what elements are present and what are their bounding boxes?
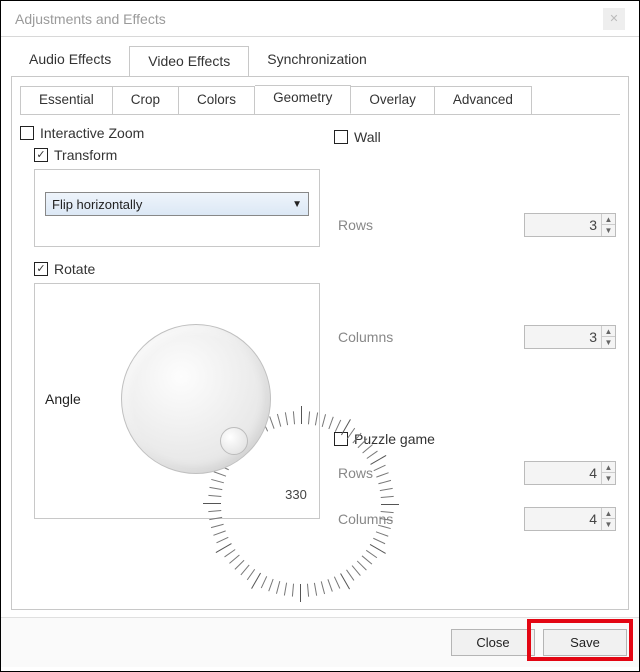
- angle-max-label: 330: [285, 487, 307, 502]
- chevron-down-icon[interactable]: ▼: [602, 225, 615, 236]
- video-effects-panel: Essential Crop Colors Geometry Overlay A…: [11, 76, 629, 610]
- stepper-arrows: ▲▼: [601, 214, 615, 236]
- angle-dial[interactable]: 330: [91, 294, 301, 504]
- tab-geometry[interactable]: Geometry: [255, 85, 351, 114]
- dial-face: [121, 324, 271, 474]
- dial-knob: [220, 427, 248, 455]
- wall-rows-stepper[interactable]: 3 ▲▼: [524, 213, 616, 237]
- chevron-down-icon[interactable]: ▼: [602, 519, 615, 530]
- chevron-down-icon: ▼: [292, 199, 302, 210]
- rotate-group: Angle 330: [34, 283, 320, 519]
- save-button[interactable]: Save: [543, 629, 627, 656]
- tab-colors[interactable]: Colors: [179, 86, 255, 115]
- checkbox-icon: [34, 262, 48, 276]
- transform-label: Transform: [54, 147, 117, 163]
- puzzle-rows-stepper[interactable]: 4 ▲▼: [524, 461, 616, 485]
- wall-label: Wall: [354, 129, 381, 145]
- checkbox-icon: [34, 148, 48, 162]
- tab-advanced[interactable]: Advanced: [435, 86, 532, 115]
- stepper-arrows: ▲▼: [601, 508, 615, 530]
- transform-checkbox[interactable]: Transform: [34, 147, 320, 163]
- tab-crop[interactable]: Crop: [113, 86, 179, 115]
- chevron-up-icon[interactable]: ▲: [602, 508, 615, 519]
- wall-cols-row: Columns 3 ▲▼: [334, 319, 620, 355]
- transform-group: Flip horizontally ▼: [34, 169, 320, 247]
- wall-rows-value: 3: [589, 217, 601, 233]
- window-title: Adjustments and Effects: [15, 11, 166, 27]
- puzzle-rows-label: Rows: [338, 465, 373, 481]
- dialog-footer: Close Save: [1, 617, 639, 667]
- wall-rows-label: Rows: [338, 217, 373, 233]
- secondary-tabs: Essential Crop Colors Geometry Overlay A…: [20, 85, 620, 115]
- tab-essential[interactable]: Essential: [20, 86, 113, 115]
- wall-cols-label: Columns: [338, 329, 393, 345]
- chevron-up-icon[interactable]: ▲: [602, 214, 615, 225]
- checkbox-icon: [334, 130, 348, 144]
- interactive-zoom-label: Interactive Zoom: [40, 125, 144, 141]
- tab-audio-effects[interactable]: Audio Effects: [11, 45, 129, 76]
- puzzle-cols-value: 4: [589, 511, 601, 527]
- rotate-checkbox[interactable]: Rotate: [34, 261, 320, 277]
- transform-selected-value: Flip horizontally: [52, 197, 142, 212]
- puzzle-rows-value: 4: [589, 465, 601, 481]
- close-button[interactable]: Close: [451, 629, 535, 656]
- checkbox-icon: [20, 126, 34, 140]
- titlebar: Adjustments and Effects ✕: [1, 1, 639, 37]
- angle-label: Angle: [45, 391, 81, 407]
- tab-overlay[interactable]: Overlay: [351, 86, 435, 115]
- stepper-arrows: ▲▼: [601, 462, 615, 484]
- rotate-label: Rotate: [54, 261, 95, 277]
- wall-rows-row: Rows 3 ▲▼: [334, 207, 620, 243]
- wall-checkbox[interactable]: Wall: [334, 129, 620, 145]
- puzzle-checkbox[interactable]: Puzzle game: [334, 431, 620, 447]
- transform-select[interactable]: Flip horizontally ▼: [45, 192, 309, 216]
- puzzle-cols-stepper[interactable]: 4 ▲▼: [524, 507, 616, 531]
- chevron-up-icon[interactable]: ▲: [602, 462, 615, 473]
- tab-video-effects[interactable]: Video Effects: [129, 46, 249, 77]
- interactive-zoom-checkbox[interactable]: Interactive Zoom: [20, 125, 320, 141]
- primary-tabs: Audio Effects Video Effects Synchronizat…: [1, 37, 639, 76]
- tab-synchronization[interactable]: Synchronization: [249, 45, 385, 76]
- close-icon[interactable]: ✕: [603, 8, 625, 30]
- wall-cols-value: 3: [589, 329, 601, 345]
- wall-cols-stepper[interactable]: 3 ▲▼: [524, 325, 616, 349]
- chevron-up-icon[interactable]: ▲: [602, 326, 615, 337]
- chevron-down-icon[interactable]: ▼: [602, 473, 615, 484]
- chevron-down-icon[interactable]: ▼: [602, 337, 615, 348]
- stepper-arrows: ▲▼: [601, 326, 615, 348]
